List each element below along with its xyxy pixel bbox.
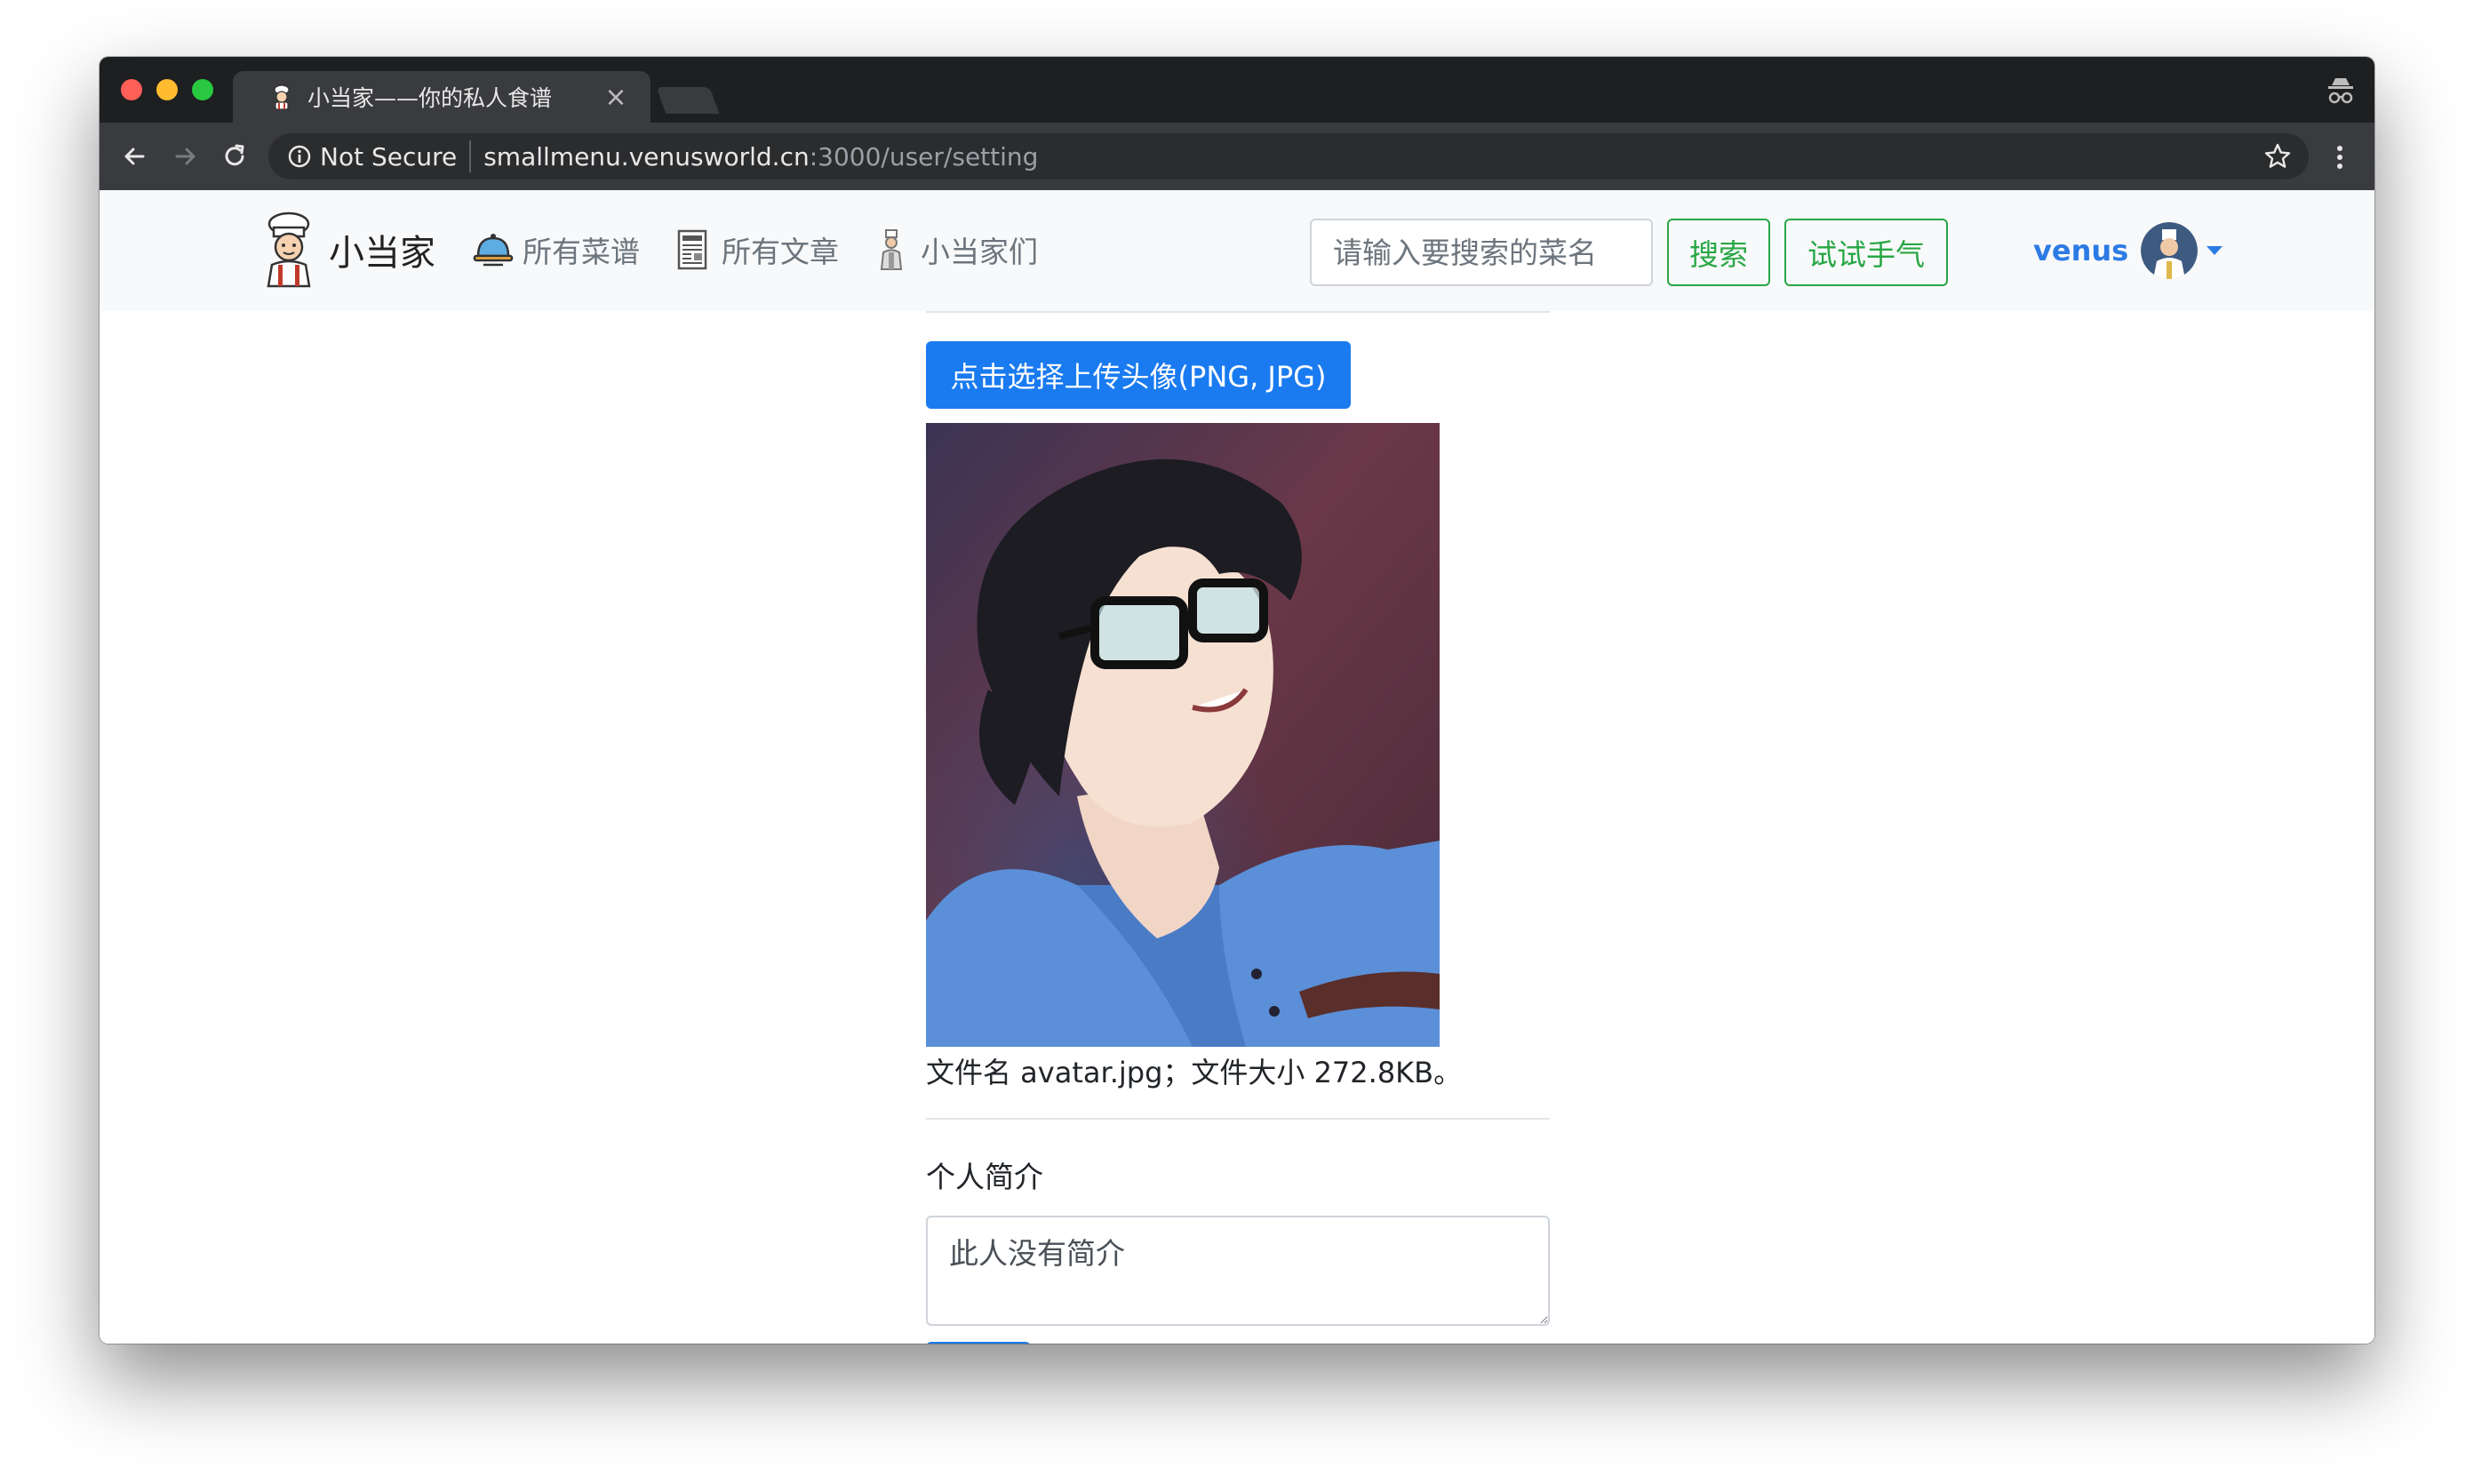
maximize-window-button[interactable] [192, 79, 213, 100]
forward-button[interactable] [160, 132, 210, 181]
security-label: Not Secure [320, 141, 458, 172]
minimize-window-button[interactable] [156, 79, 178, 100]
url-path: :3000/user/setting [809, 141, 1039, 172]
avatar [2141, 222, 2199, 279]
address-bar[interactable]: Not Secure smallmenu.venusworld.cn:3000/… [268, 133, 2309, 180]
title-bar: 小当家——你的私人食谱 × [100, 57, 2374, 123]
bookmark-star-icon[interactable] [2263, 141, 2293, 172]
nav-all-articles[interactable]: 所有文章 [670, 227, 839, 272]
chef-logo-icon [267, 211, 311, 288]
search-button[interactable]: 搜索 [1667, 219, 1770, 286]
newspaper-icon [677, 229, 707, 270]
nav-chefs[interactable]: 小当家们 [869, 227, 1038, 272]
chef-favicon-icon [268, 84, 295, 110]
browser-tab[interactable]: 小当家——你的私人食谱 × [233, 71, 650, 123]
settings-form: 点击选择上传头像(PNG, JPG) 文件名 avatar.jpg；文件大小 2… [926, 311, 1550, 1344]
browser-menu-icon[interactable] [2325, 142, 2355, 172]
close-window-button[interactable] [121, 79, 142, 100]
tab-close-icon[interactable]: × [603, 82, 629, 113]
brand-link[interactable]: 小当家 [256, 211, 435, 288]
user-menu[interactable]: venus [2033, 222, 2223, 279]
nav-all-recipes[interactable]: 所有菜谱 [471, 227, 640, 272]
info-icon [288, 145, 311, 168]
reload-icon [225, 144, 244, 166]
upload-avatar-button[interactable]: 点击选择上传头像(PNG, JPG) [926, 341, 1351, 409]
chevron-down-icon [2207, 246, 2223, 255]
feeling-lucky-button[interactable]: 试试手气 [1784, 219, 1948, 286]
nav-label: 所有菜谱 [523, 235, 640, 269]
divider [926, 311, 1550, 313]
reload-button[interactable] [210, 132, 259, 181]
tab-title: 小当家——你的私人食谱 [307, 85, 553, 111]
new-tab-button[interactable] [656, 87, 720, 114]
web-page: 小当家 所有菜谱 所有文章 小当家们 请输入要搜索的菜名 搜索 试试手气 ven… [100, 190, 2374, 1344]
site-navbar: 小当家 所有菜谱 所有文章 小当家们 请输入要搜索的菜名 搜索 试试手气 ven… [100, 190, 2374, 311]
food-tray-icon [473, 234, 514, 267]
bio-label: 个人简介 [926, 1160, 1043, 1194]
username: venus [2033, 234, 2129, 267]
nav-label: 小当家们 [921, 235, 1038, 269]
forward-arrow-icon [175, 148, 196, 165]
url-text: smallmenu.venusworld.cn:3000/user/settin… [483, 142, 1038, 172]
submit-button[interactable] [926, 1342, 1031, 1344]
browser-window: 小当家——你的私人食谱 × Not Secure smallmenu.venus… [100, 57, 2374, 1344]
avatar-preview-image [926, 423, 1440, 1047]
divider [926, 1118, 1550, 1120]
incognito-icon [2325, 75, 2357, 107]
browser-toolbar: Not Secure smallmenu.venusworld.cn:3000/… [100, 123, 2374, 190]
nav-links: 所有菜谱 所有文章 小当家们 [471, 227, 1068, 272]
back-arrow-icon [124, 148, 145, 165]
bio-textarea[interactable]: 此人没有简介 [926, 1216, 1550, 1326]
file-info-text: 文件名 avatar.jpg；文件大小 272.8KB。 [926, 1056, 1463, 1089]
brand-name: 小当家 [329, 233, 435, 274]
recipe-search-input[interactable] [1310, 219, 1653, 286]
chef-icon [880, 229, 903, 270]
back-button[interactable] [110, 132, 160, 181]
nav-label: 所有文章 [722, 235, 839, 269]
security-indicator[interactable]: Not Secure [286, 140, 472, 172]
url-host: smallmenu.venusworld.cn [483, 141, 810, 172]
